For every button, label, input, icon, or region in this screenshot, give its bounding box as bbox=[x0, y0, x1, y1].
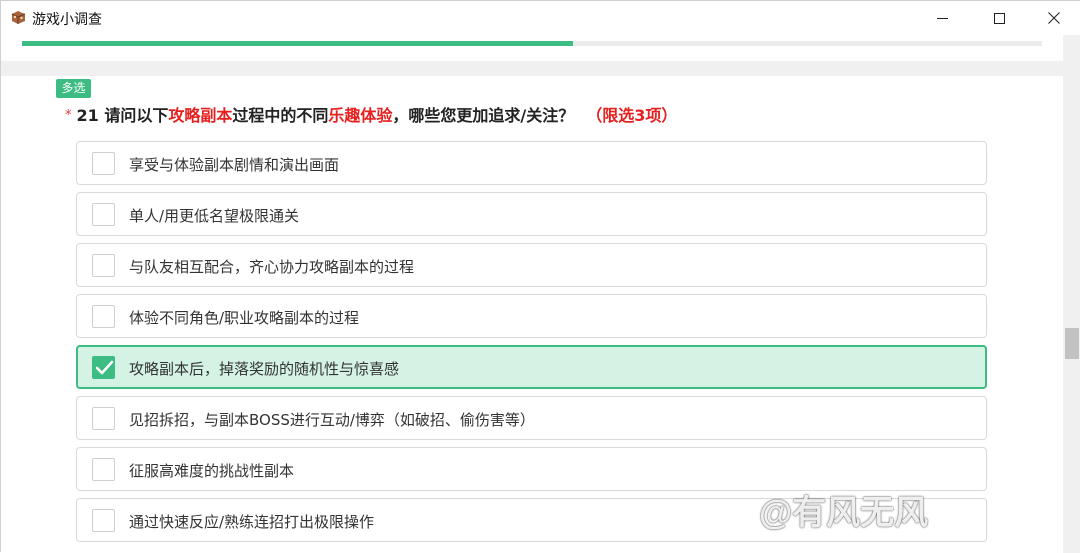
maximize-button[interactable] bbox=[976, 1, 1022, 35]
game-controller-icon bbox=[10, 10, 27, 25]
checkbox[interactable] bbox=[92, 509, 115, 532]
option-label: 与队友相互配合，齐心协力攻略副本的过程 bbox=[129, 258, 415, 276]
option-item[interactable]: 单人/用更低名望极限通关 bbox=[76, 192, 987, 236]
watermark: @有风无风 bbox=[759, 494, 929, 532]
close-icon bbox=[1048, 12, 1060, 24]
scrollbar-thumb[interactable] bbox=[1065, 328, 1079, 359]
question-text-1: 请问以下 bbox=[104, 106, 169, 125]
option-item[interactable]: 享受与体验副本剧情和演出画面 bbox=[76, 141, 987, 185]
option-label: 享受与体验副本剧情和演出画面 bbox=[129, 156, 340, 174]
option-item[interactable]: 见招拆招，与副本BOSS进行互动/博弈（如破招、偷伤害等） bbox=[76, 396, 987, 440]
minimize-icon bbox=[936, 17, 948, 19]
vertical-scrollbar[interactable] bbox=[1063, 35, 1080, 553]
checkbox[interactable] bbox=[92, 305, 115, 328]
option-label: 通过快速反应/熟练连招打出极限操作 bbox=[129, 513, 375, 531]
checkbox[interactable] bbox=[92, 407, 115, 430]
checkmark-icon bbox=[95, 360, 114, 375]
checkbox[interactable] bbox=[92, 254, 115, 277]
option-label: 攻略副本后，掉落奖励的随机性与惊喜感 bbox=[129, 360, 400, 378]
app-window: 游戏小调查 多选 * 21 请问以下攻略副本过程中的不同乐趣体验，哪些您更加追求/… bbox=[0, 0, 1080, 553]
selection-limit: （限选3项） bbox=[586, 106, 678, 125]
required-mark: * bbox=[65, 108, 72, 123]
option-label: 征服高难度的挑战性副本 bbox=[129, 462, 295, 480]
progress-bar bbox=[22, 41, 1042, 46]
question-text-3: ，哪些您更加追求/关注？ bbox=[392, 106, 575, 125]
option-label: 体验不同角色/职业攻略副本的过程 bbox=[129, 309, 360, 327]
option-item[interactable]: 攻略副本后，掉落奖励的随机性与惊喜感 bbox=[76, 345, 987, 389]
progress-fill bbox=[22, 41, 573, 46]
checkbox[interactable] bbox=[92, 203, 115, 226]
close-button[interactable] bbox=[1031, 1, 1077, 35]
title-bar[interactable]: 游戏小调查 bbox=[1, 1, 1080, 35]
question-highlight-2: 乐趣体验 bbox=[328, 106, 393, 125]
checkbox[interactable] bbox=[92, 458, 115, 481]
question-highlight-1: 攻略副本 bbox=[168, 106, 233, 125]
question-title: * 21 请问以下攻略副本过程中的不同乐趣体验，哪些您更加追求/关注？ （限选3项） bbox=[65, 102, 677, 126]
maximize-icon bbox=[993, 12, 1005, 24]
multi-select-tag: 多选 bbox=[56, 79, 91, 98]
question-number: 21 bbox=[76, 106, 99, 125]
checkbox[interactable] bbox=[92, 356, 115, 379]
checkbox[interactable] bbox=[92, 152, 115, 175]
option-label: 单人/用更低名望极限通关 bbox=[129, 207, 300, 225]
progress-area bbox=[1, 35, 1063, 61]
minimize-button[interactable] bbox=[919, 1, 965, 35]
option-item[interactable]: 与队友相互配合，齐心协力攻略副本的过程 bbox=[76, 243, 987, 287]
option-label: 见招拆招，与副本BOSS进行互动/博弈（如破招、偷伤害等） bbox=[129, 411, 535, 429]
section-divider bbox=[1, 61, 1063, 76]
option-item[interactable]: 体验不同角色/职业攻略副本的过程 bbox=[76, 294, 987, 338]
question-text-2: 过程中的不同 bbox=[232, 106, 329, 125]
window-title: 游戏小调查 bbox=[32, 12, 102, 28]
